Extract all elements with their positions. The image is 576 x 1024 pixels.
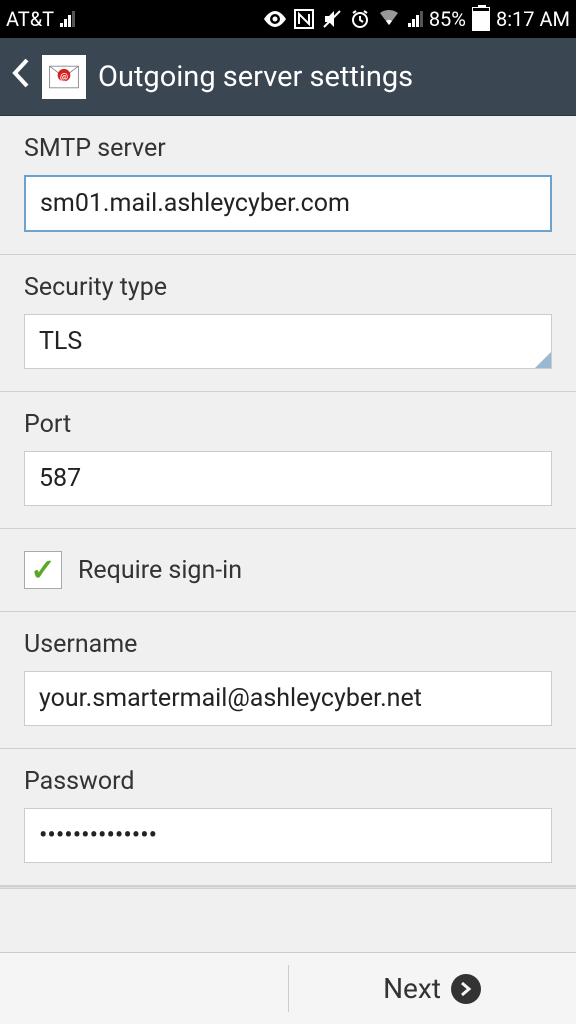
password-section: Password	[0, 749, 576, 886]
battery-percent: 85%	[429, 7, 466, 31]
password-label: Password	[24, 767, 552, 796]
alarm-icon	[350, 9, 370, 29]
divider	[0, 886, 576, 889]
security-value: TLS	[39, 327, 82, 356]
next-label: Next	[383, 972, 441, 1005]
app-bar: @ Outgoing server settings	[0, 38, 576, 116]
chevron-right-icon	[451, 974, 481, 1004]
security-select[interactable]: TLS	[24, 314, 552, 369]
bottom-bar: Next	[0, 952, 576, 1024]
password-input[interactable]	[24, 808, 552, 863]
bottom-divider	[288, 965, 289, 1012]
eye-icon	[264, 11, 286, 27]
smtp-label: SMTP server	[24, 134, 552, 163]
signin-label: Require sign-in	[78, 556, 242, 585]
smtp-server-section: SMTP server	[0, 116, 576, 255]
port-section: Port	[0, 392, 576, 529]
signin-checkbox[interactable]: ✓	[24, 551, 62, 589]
port-label: Port	[24, 410, 552, 439]
username-input[interactable]	[24, 671, 552, 726]
security-label: Security type	[24, 273, 552, 302]
username-label: Username	[24, 630, 552, 659]
port-input[interactable]	[24, 451, 552, 506]
nfc-icon	[294, 9, 314, 29]
carrier-label: AT&T	[6, 7, 54, 31]
status-icons	[264, 9, 423, 29]
mute-icon	[322, 9, 342, 29]
dropdown-icon	[535, 352, 551, 368]
status-bar: AT&T 85% 8:17 AM	[0, 0, 576, 38]
clock: 8:17 AM	[496, 7, 570, 31]
require-signin-row[interactable]: ✓ Require sign-in	[0, 529, 576, 612]
battery-icon	[472, 7, 490, 31]
email-app-icon: @	[42, 55, 86, 99]
next-button[interactable]: Next	[288, 953, 576, 1024]
page-title: Outgoing server settings	[98, 60, 413, 94]
cell-signal-icon	[408, 11, 423, 27]
smtp-input[interactable]	[24, 175, 552, 232]
checkmark-icon: ✓	[30, 553, 55, 588]
back-button[interactable]	[12, 58, 30, 95]
signal-icon	[60, 11, 75, 27]
username-section: Username	[0, 612, 576, 749]
svg-text:@: @	[60, 72, 68, 82]
security-type-section: Security type TLS	[0, 255, 576, 392]
wifi-icon	[378, 10, 400, 28]
